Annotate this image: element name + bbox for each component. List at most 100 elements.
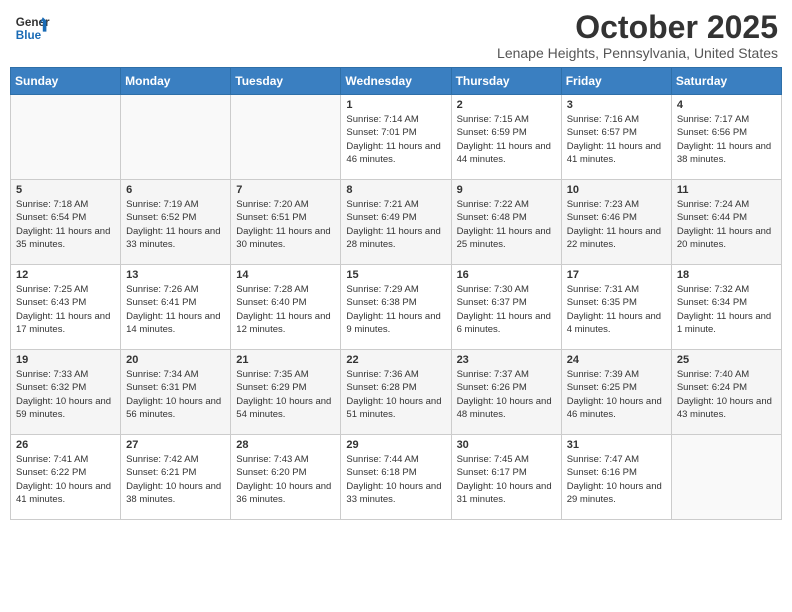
day-header-saturday: Saturday xyxy=(671,68,781,95)
day-info: Sunrise: 7:19 AM Sunset: 6:52 PM Dayligh… xyxy=(126,198,225,251)
day-number: 30 xyxy=(457,439,556,451)
calendar-cell: 17 Sunrise: 7:31 AM Sunset: 6:35 PM Dayli… xyxy=(561,265,671,350)
day-number: 8 xyxy=(346,184,445,196)
day-number: 1 xyxy=(346,99,445,111)
calendar-cell: 11Sunrise: 7:24 AM Sunset: 6:44 PM Dayli… xyxy=(671,180,781,265)
day-info: Sunrise: 7:28 AM Sunset: 6:40 PM Dayligh… xyxy=(236,283,335,336)
day-info: Sunrise: 7:16 AM Sunset: 6:57 PM Dayligh… xyxy=(567,113,666,166)
day-number: 21 xyxy=(236,354,335,366)
calendar-cell xyxy=(671,435,781,520)
day-number: 15 xyxy=(346,269,445,281)
day-info: Sunrise: 7:47 AM Sunset: 6:16 PM Dayligh… xyxy=(567,453,666,506)
calendar-cell: 28 Sunrise: 7:43 AM Sunset: 6:20 PM Dayli… xyxy=(231,435,341,520)
calendar-cell: 10Sunrise: 7:23 AM Sunset: 6:46 PM Dayli… xyxy=(561,180,671,265)
day-info: Sunrise: 7:18 AM Sunset: 6:54 PM Dayligh… xyxy=(16,198,115,251)
day-number: 26 xyxy=(16,439,115,451)
day-number: 18 xyxy=(677,269,776,281)
calendar-cell: 29 Sunrise: 7:44 AM Sunset: 6:18 PM Dayli… xyxy=(341,435,451,520)
day-header-sunday: Sunday xyxy=(11,68,121,95)
calendar-cell xyxy=(11,95,121,180)
calendar-cell: 21Sunrise: 7:35 AM Sunset: 6:29 PM Dayli… xyxy=(231,350,341,435)
day-number: 2 xyxy=(457,99,556,111)
calendar-cell: 14 Sunrise: 7:28 AM Sunset: 6:40 PM Dayli… xyxy=(231,265,341,350)
day-info: Sunrise: 7:15 AM Sunset: 6:59 PM Dayligh… xyxy=(457,113,556,166)
calendar-week-row: 5 Sunrise: 7:18 AM Sunset: 6:54 PM Daylig… xyxy=(11,180,782,265)
calendar-cell: 20Sunrise: 7:34 AM Sunset: 6:31 PM Dayli… xyxy=(121,350,231,435)
day-number: 13 xyxy=(126,269,225,281)
calendar-week-row: 19 Sunrise: 7:33 AM Sunset: 6:32 PM Dayli… xyxy=(11,350,782,435)
day-info: Sunrise: 7:17 AM Sunset: 6:56 PM Dayligh… xyxy=(677,113,776,166)
day-info: Sunrise: 7:25 AM Sunset: 6:43 PM Dayligh… xyxy=(16,283,115,336)
day-number: 24 xyxy=(567,354,666,366)
day-number: 27 xyxy=(126,439,225,451)
calendar-cell: 30 Sunrise: 7:45 AM Sunset: 6:17 PM Dayli… xyxy=(451,435,561,520)
calendar-cell: 31 Sunrise: 7:47 AM Sunset: 6:16 PM Dayli… xyxy=(561,435,671,520)
calendar-cell: 13 Sunrise: 7:26 AM Sunset: 6:41 PM Dayli… xyxy=(121,265,231,350)
day-number: 4 xyxy=(677,99,776,111)
day-info: Sunrise: 7:36 AM Sunset: 6:28 PM Dayligh… xyxy=(346,368,445,421)
day-number: 22 xyxy=(346,354,445,366)
day-info: Sunrise: 7:34 AM Sunset: 6:31 PM Dayligh… xyxy=(126,368,225,421)
svg-text:Blue: Blue xyxy=(16,29,42,42)
calendar-cell xyxy=(121,95,231,180)
calendar-body: 1 Sunrise: 7:14 AM Sunset: 7:01 PM Daylig… xyxy=(11,95,782,520)
day-number: 7 xyxy=(236,184,335,196)
day-number: 6 xyxy=(126,184,225,196)
calendar-cell xyxy=(231,95,341,180)
month-title: October 2025 xyxy=(497,10,778,45)
calendar-week-row: 12 Sunrise: 7:25 AM Sunset: 6:43 PM Dayli… xyxy=(11,265,782,350)
day-info: Sunrise: 7:30 AM Sunset: 6:37 PM Dayligh… xyxy=(457,283,556,336)
day-info: Sunrise: 7:33 AM Sunset: 6:32 PM Dayligh… xyxy=(16,368,115,421)
day-info: Sunrise: 7:39 AM Sunset: 6:25 PM Dayligh… xyxy=(567,368,666,421)
day-info: Sunrise: 7:42 AM Sunset: 6:21 PM Dayligh… xyxy=(126,453,225,506)
day-header-tuesday: Tuesday xyxy=(231,68,341,95)
day-header-friday: Friday xyxy=(561,68,671,95)
calendar-cell: 23Sunrise: 7:37 AM Sunset: 6:26 PM Dayli… xyxy=(451,350,561,435)
calendar-table: SundayMondayTuesdayWednesdayThursdayFrid… xyxy=(10,67,782,520)
calendar-week-row: 1 Sunrise: 7:14 AM Sunset: 7:01 PM Daylig… xyxy=(11,95,782,180)
day-info: Sunrise: 7:31 AM Sunset: 6:35 PM Dayligh… xyxy=(567,283,666,336)
calendar-week-row: 26 Sunrise: 7:41 AM Sunset: 6:22 PM Dayli… xyxy=(11,435,782,520)
day-number: 17 xyxy=(567,269,666,281)
day-info: Sunrise: 7:41 AM Sunset: 6:22 PM Dayligh… xyxy=(16,453,115,506)
calendar-cell: 4 Sunrise: 7:17 AM Sunset: 6:56 PM Daylig… xyxy=(671,95,781,180)
day-number: 31 xyxy=(567,439,666,451)
day-info: Sunrise: 7:26 AM Sunset: 6:41 PM Dayligh… xyxy=(126,283,225,336)
calendar-cell: 24 Sunrise: 7:39 AM Sunset: 6:25 PM Dayli… xyxy=(561,350,671,435)
day-info: Sunrise: 7:20 AM Sunset: 6:51 PM Dayligh… xyxy=(236,198,335,251)
day-number: 12 xyxy=(16,269,115,281)
logo-icon: General Blue xyxy=(14,10,50,46)
day-info: Sunrise: 7:23 AM Sunset: 6:46 PM Dayligh… xyxy=(567,198,666,251)
day-number: 28 xyxy=(236,439,335,451)
day-info: Sunrise: 7:43 AM Sunset: 6:20 PM Dayligh… xyxy=(236,453,335,506)
calendar-cell: 6 Sunrise: 7:19 AM Sunset: 6:52 PM Daylig… xyxy=(121,180,231,265)
calendar-cell: 5 Sunrise: 7:18 AM Sunset: 6:54 PM Daylig… xyxy=(11,180,121,265)
day-number: 29 xyxy=(346,439,445,451)
calendar-cell: 3Sunrise: 7:16 AM Sunset: 6:57 PM Daylig… xyxy=(561,95,671,180)
calendar-cell: 7 Sunrise: 7:20 AM Sunset: 6:51 PM Daylig… xyxy=(231,180,341,265)
day-info: Sunrise: 7:32 AM Sunset: 6:34 PM Dayligh… xyxy=(677,283,776,336)
day-info: Sunrise: 7:14 AM Sunset: 7:01 PM Dayligh… xyxy=(346,113,445,166)
day-info: Sunrise: 7:40 AM Sunset: 6:24 PM Dayligh… xyxy=(677,368,776,421)
day-number: 14 xyxy=(236,269,335,281)
day-info: Sunrise: 7:37 AM Sunset: 6:26 PM Dayligh… xyxy=(457,368,556,421)
day-number: 16 xyxy=(457,269,556,281)
day-info: Sunrise: 7:45 AM Sunset: 6:17 PM Dayligh… xyxy=(457,453,556,506)
day-header-wednesday: Wednesday xyxy=(341,68,451,95)
day-info: Sunrise: 7:22 AM Sunset: 6:48 PM Dayligh… xyxy=(457,198,556,251)
calendar-header-row: SundayMondayTuesdayWednesdayThursdayFrid… xyxy=(11,68,782,95)
calendar-cell: 12 Sunrise: 7:25 AM Sunset: 6:43 PM Dayli… xyxy=(11,265,121,350)
day-info: Sunrise: 7:29 AM Sunset: 6:38 PM Dayligh… xyxy=(346,283,445,336)
calendar-cell: 9 Sunrise: 7:22 AM Sunset: 6:48 PM Daylig… xyxy=(451,180,561,265)
day-number: 5 xyxy=(16,184,115,196)
day-info: Sunrise: 7:44 AM Sunset: 6:18 PM Dayligh… xyxy=(346,453,445,506)
calendar-cell: 1 Sunrise: 7:14 AM Sunset: 7:01 PM Daylig… xyxy=(341,95,451,180)
calendar-cell: 19 Sunrise: 7:33 AM Sunset: 6:32 PM Dayli… xyxy=(11,350,121,435)
calendar-cell: 27 Sunrise: 7:42 AM Sunset: 6:21 PM Dayli… xyxy=(121,435,231,520)
day-header-monday: Monday xyxy=(121,68,231,95)
page-header: General Blue October 2025 Lenape Heights… xyxy=(10,10,782,61)
calendar-cell: 18 Sunrise: 7:32 AM Sunset: 6:34 PM Dayli… xyxy=(671,265,781,350)
location: Lenape Heights, Pennsylvania, United Sta… xyxy=(497,45,778,61)
day-number: 9 xyxy=(457,184,556,196)
day-number: 19 xyxy=(16,354,115,366)
